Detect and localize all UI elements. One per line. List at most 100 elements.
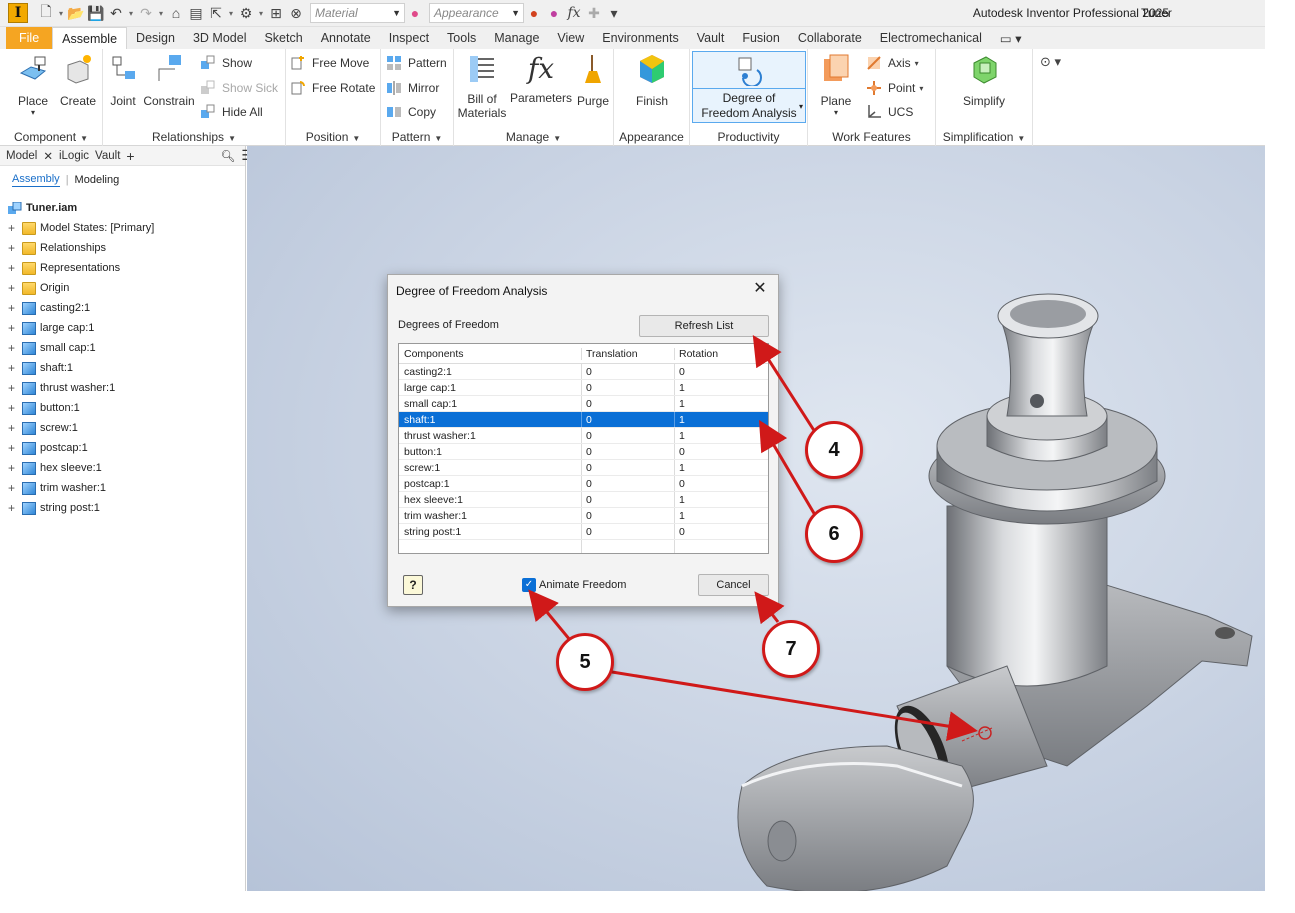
redo-icon[interactable]: ↷: [136, 3, 156, 23]
expand-icon[interactable]: +: [8, 301, 18, 315]
axis-button[interactable]: Axis ▾: [866, 53, 919, 73]
expand-icon[interactable]: +: [8, 341, 18, 355]
table-row[interactable]: hex sleeve:1 0 1: [399, 492, 768, 508]
select-icon[interactable]: ⇱: [206, 3, 226, 23]
constrain-button[interactable]: Constrain: [141, 53, 197, 108]
mirror-button[interactable]: Mirror: [386, 78, 439, 98]
table-row[interactable]: shaft:1 0 1: [399, 412, 768, 428]
ribbon-options-icon[interactable]: ⊙ ▾: [1040, 54, 1061, 70]
appearance-combo[interactable]: Appearance ▼: [429, 3, 524, 23]
browser-tab-model[interactable]: Model: [6, 150, 37, 162]
adjust-appearance-icon[interactable]: ●: [524, 3, 544, 23]
expand-icon[interactable]: +: [8, 281, 18, 295]
tab-manage[interactable]: Manage: [485, 27, 548, 49]
save-icon[interactable]: 💾: [86, 3, 106, 23]
ucs-button[interactable]: UCS: [866, 102, 913, 122]
table-row[interactable]: trim washer:1 0 1: [399, 508, 768, 524]
tree-item[interactable]: + hex sleeve:1: [0, 458, 246, 478]
tree-item[interactable]: + trim washer:1: [0, 478, 246, 498]
properties-icon[interactable]: ▤: [186, 3, 206, 23]
free-move-button[interactable]: Free Move: [290, 53, 369, 73]
point-button[interactable]: Point ▾: [866, 78, 923, 98]
simplification-panel-title[interactable]: Simplification ▼: [936, 130, 1032, 144]
tab-fusion[interactable]: Fusion: [733, 27, 789, 49]
expand-icon[interactable]: +: [8, 221, 18, 235]
purge-button[interactable]: Purge: [572, 53, 614, 108]
browser-tab-vault[interactable]: Vault: [95, 150, 120, 162]
relationships-panel-title[interactable]: Relationships ▼: [103, 130, 285, 144]
tab-file[interactable]: File: [6, 27, 53, 49]
table-row[interactable]: thrust washer:1 0 1: [399, 428, 768, 444]
finish-button[interactable]: Finish: [624, 53, 680, 108]
tab-sketch[interactable]: Sketch: [255, 27, 311, 49]
simplify-button[interactable]: Simplify: [956, 53, 1012, 108]
tree-item[interactable]: + large cap:1: [0, 318, 246, 338]
tree-item[interactable]: + string post:1: [0, 498, 246, 518]
tab-view[interactable]: View: [548, 27, 593, 49]
tree-item[interactable]: + thrust washer:1: [0, 378, 246, 398]
hide-all-button[interactable]: Hide All: [200, 102, 263, 122]
material-icon[interactable]: ⊗: [286, 3, 306, 23]
expand-icon[interactable]: +: [8, 441, 18, 455]
position-panel-title[interactable]: Position ▼: [286, 130, 380, 144]
search-icon[interactable]: 🔍︎: [221, 149, 236, 163]
refresh-list-button[interactable]: Refresh List: [639, 315, 769, 337]
tab-inspect[interactable]: Inspect: [380, 27, 438, 49]
measure-icon[interactable]: ⊞: [266, 3, 286, 23]
customize-icon[interactable]: ▾: [604, 3, 624, 23]
manage-panel-title[interactable]: Manage ▼: [454, 130, 613, 144]
show-button[interactable]: Show: [200, 53, 252, 73]
pattern-button[interactable]: Pattern: [386, 53, 447, 73]
cancel-button[interactable]: Cancel: [698, 574, 769, 596]
tree-item[interactable]: + shaft:1: [0, 358, 246, 378]
undo-icon[interactable]: ↶: [106, 3, 126, 23]
degree-of-freedom-analysis-button[interactable]: Degree of Freedom Analysis ▾: [692, 51, 806, 123]
free-rotate-button[interactable]: Free Rotate: [290, 78, 375, 98]
table-row[interactable]: button:1 0 0: [399, 444, 768, 460]
home-icon[interactable]: ⌂: [166, 3, 186, 23]
tab-electromechanical[interactable]: Electromechanical: [871, 27, 991, 49]
tree-item[interactable]: + screw:1: [0, 418, 246, 438]
clear-appearance-icon[interactable]: ●: [544, 3, 564, 23]
table-row[interactable]: casting2:1 0 0: [399, 364, 768, 380]
table-row[interactable]: large cap:1 0 1: [399, 380, 768, 396]
tab-3d-model[interactable]: 3D Model: [184, 27, 256, 49]
column-header-components[interactable]: Components: [399, 347, 582, 360]
expand-icon[interactable]: +: [8, 321, 18, 335]
show-sick-button[interactable]: Show Sick: [200, 78, 278, 98]
tree-item[interactable]: + Representations: [0, 258, 246, 278]
help-button[interactable]: ?: [403, 575, 423, 595]
tab-tools[interactable]: Tools: [438, 27, 485, 49]
table-row[interactable]: screw:1 0 1: [399, 460, 768, 476]
open-icon[interactable]: 📂: [66, 3, 86, 23]
expand-icon[interactable]: +: [8, 361, 18, 375]
tree-root[interactable]: Tuner.iam: [0, 198, 246, 218]
add-tab-icon[interactable]: +: [126, 148, 134, 164]
column-header-rotation[interactable]: Rotation: [675, 348, 764, 360]
tab-environments[interactable]: Environments: [593, 27, 687, 49]
component-panel-title[interactable]: Component ▼: [0, 130, 102, 144]
plane-button[interactable]: Plane ▾: [810, 53, 862, 117]
tab-design[interactable]: Design: [127, 27, 184, 49]
material-combo[interactable]: Material ▼: [310, 3, 405, 23]
expand-icon[interactable]: +: [8, 481, 18, 495]
table-row[interactable]: postcap:1 0 0: [399, 476, 768, 492]
animate-freedom-checkbox[interactable]: ✓: [522, 578, 536, 592]
tree-item[interactable]: + casting2:1: [0, 298, 246, 318]
expand-icon[interactable]: +: [8, 241, 18, 255]
app-logo[interactable]: I: [8, 3, 28, 23]
tab-overflow-icon[interactable]: ▭ ▾: [991, 27, 1031, 49]
bill-of-materials-button[interactable]: Bill of Materials: [454, 53, 510, 120]
close-icon[interactable]: ✕: [750, 279, 770, 299]
tree-item[interactable]: + Model States: [Primary]: [0, 218, 246, 238]
parameters-button[interactable]: fx Parameters: [510, 53, 572, 106]
tree-item[interactable]: + Origin: [0, 278, 246, 298]
pattern-panel-title[interactable]: Pattern ▼: [381, 130, 453, 144]
subtab-modeling[interactable]: Modeling: [75, 174, 120, 186]
tab-collaborate[interactable]: Collaborate: [789, 27, 871, 49]
tree-item[interactable]: + postcap:1: [0, 438, 246, 458]
fx-icon[interactable]: fx: [564, 3, 584, 23]
copy-button[interactable]: Copy: [386, 102, 436, 122]
tab-vault[interactable]: Vault: [688, 27, 734, 49]
expand-icon[interactable]: +: [8, 421, 18, 435]
